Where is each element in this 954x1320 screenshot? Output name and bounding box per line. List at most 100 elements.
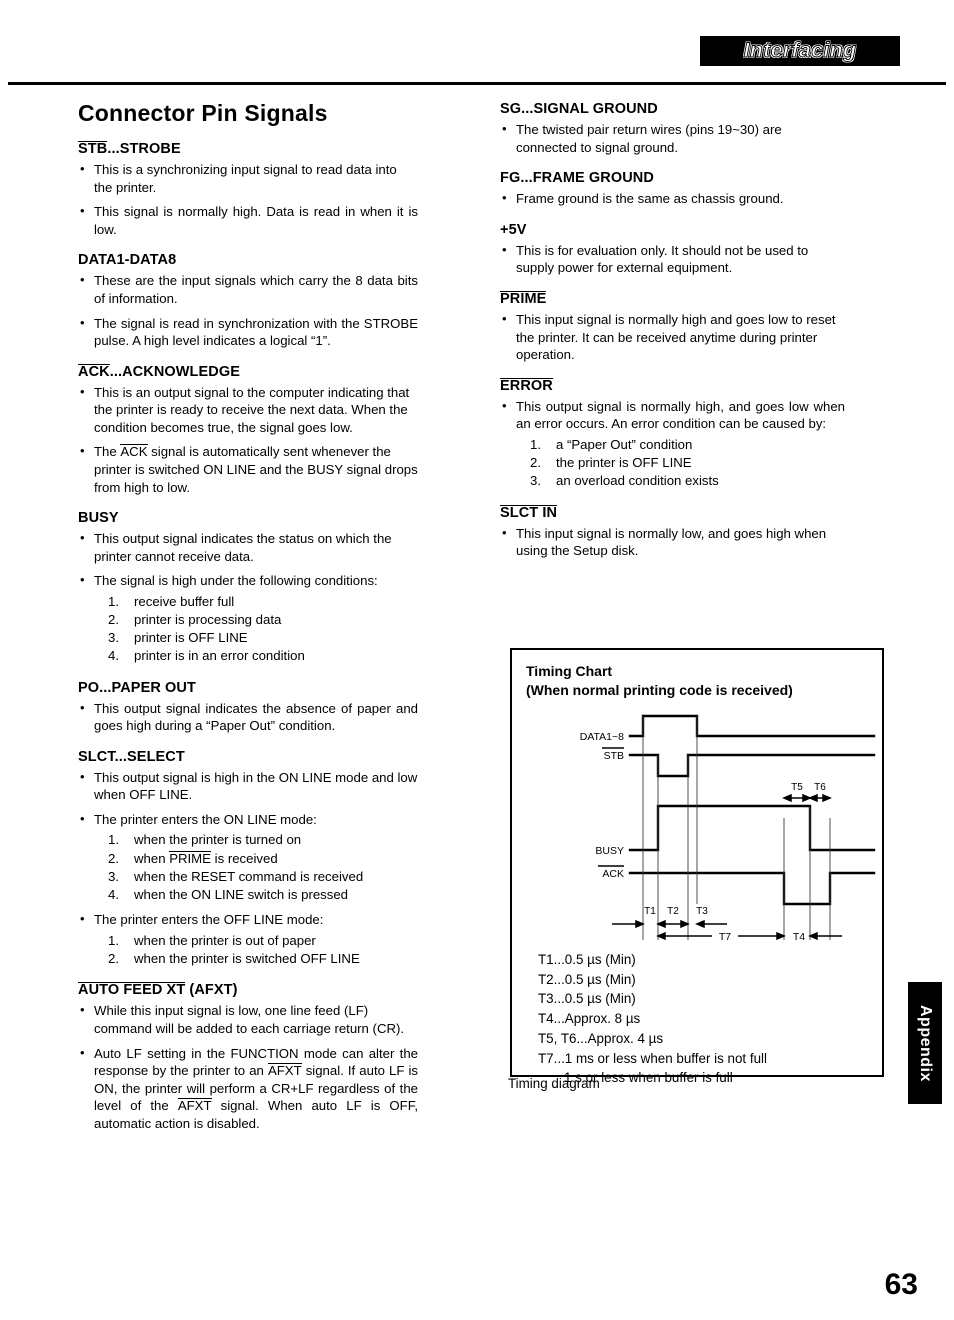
item-text: printer is in an error condition: [134, 648, 305, 664]
list-item: The printer enters the ON LINE mode: 1. w…: [78, 810, 418, 904]
list-item: This output signal is high in the ON LIN…: [78, 768, 418, 804]
waveform-label-data: DATA1~8: [580, 731, 624, 743]
list-item: 1. when the printer is turned on: [94, 831, 418, 849]
overlined-text: AFXT: [267, 1063, 302, 1079]
timing-chart-box: Timing Chart (When normal printing code …: [510, 648, 884, 1085]
bullet-list: This input signal is normally high and g…: [500, 310, 845, 364]
list-item: 3. when the RESET command is received: [94, 868, 418, 886]
list-item: 3. an overload condition exists: [516, 472, 845, 490]
right-column: SG...SIGNAL GROUND The twisted pair retu…: [500, 100, 845, 567]
signal-section-fg: FG...FRAME GROUND Frame ground is the sa…: [500, 169, 845, 208]
list-item: These are the input signals which carry …: [78, 271, 418, 307]
list-item: This is for evaluation only. It should n…: [500, 241, 845, 277]
list-item: The signal is high under the following c…: [78, 571, 418, 665]
interval-label-t4: T4: [793, 931, 805, 943]
item-number: 3.: [530, 473, 541, 489]
overlined-text: AFXT: [177, 1098, 212, 1114]
list-item: This is a synchronizing input signal to …: [78, 160, 418, 196]
item-number: 2.: [108, 850, 119, 866]
timing-waveform-area: DATA1~8 STB BUSY ACK T1 T2 T3 T5 T6 T7 T…: [512, 708, 882, 948]
signal-section-5v: +5V This is for evaluation only. It shou…: [500, 221, 845, 277]
item-number: 4.: [108, 648, 119, 664]
signal-section-error: ERROR This output signal is normally hig…: [500, 377, 845, 491]
list-item: This output signal indicates the absence…: [78, 699, 418, 735]
list-item: Auto LF setting in the FUNCTION mode can…: [78, 1044, 418, 1133]
list-item: 2. the printer is OFF LINE: [516, 454, 845, 472]
bullet-list: This is a synchronizing input signal to …: [78, 160, 418, 238]
page-title: Connector Pin Signals: [78, 100, 328, 126]
list-item: 4. when the ON LINE switch is pressed: [94, 886, 418, 904]
item-text: printer is processing data: [134, 611, 282, 627]
list-item: The twisted pair return wires (pins 19~3…: [500, 120, 845, 156]
waveform-label-busy: BUSY: [595, 845, 624, 857]
list-item-text: This output signal is normally high, and…: [516, 398, 845, 432]
list-item: Frame ground is the same as chassis grou…: [500, 189, 845, 208]
signal-section-prime: PRIME This input signal is normally high…: [500, 290, 845, 364]
signal-heading: BUSY: [78, 510, 119, 527]
bullet-list: These are the input signals which carry …: [78, 271, 418, 350]
overlined-text: STB: [78, 141, 108, 157]
list-item: The signal is read in synchronization wi…: [78, 313, 418, 350]
list-item: 3. printer is OFF LINE: [94, 629, 418, 647]
list-item: This output signal is normally high, and…: [500, 397, 845, 491]
item-text: the printer is OFF LINE: [556, 455, 692, 471]
figure-caption: Timing diagram: [508, 1076, 600, 1091]
overlined-text: PRIME: [169, 850, 211, 866]
signal-heading: +5V: [500, 221, 527, 238]
signal-section-po: PO...PAPER OUT This output signal indica…: [78, 679, 418, 735]
timing-value: T7...1 ms or less when buffer is not ful…: [538, 1050, 767, 1066]
item-text: an overload condition exists: [556, 473, 719, 489]
list-item: This input signal is normally low, and g…: [500, 524, 845, 560]
item-number: 3.: [108, 868, 119, 884]
bullet-list: This output signal is high in the ON LIN…: [78, 768, 418, 969]
list-item: This is an output signal to the computer…: [78, 383, 418, 437]
signal-section-ack: ACK...ACKNOWLEDGE This is an output sign…: [78, 363, 418, 497]
signal-heading: STB...STROBE: [78, 141, 181, 157]
signal-heading: ACK...ACKNOWLEDGE: [78, 363, 240, 380]
heading-rest: ...STROBE: [107, 141, 181, 157]
chapter-banner: Interfacing: [700, 36, 900, 66]
overlined-text: ACK: [120, 444, 148, 460]
numbered-list: 1. when the printer is out of paper 2. whe…: [94, 932, 418, 968]
item-text: when the printer is switched OFF LINE: [134, 950, 360, 966]
text-pre: The: [94, 444, 121, 460]
timing-value: T2...0.5 µs (Min): [538, 971, 636, 987]
appendix-tab: Appendix: [908, 982, 942, 1104]
chart-title-line1: Timing Chart: [526, 663, 613, 679]
signal-section-data: DATA1-DATA8 These are the input signals …: [78, 251, 418, 349]
list-item: 1. a “Paper Out” condition: [516, 436, 845, 454]
signal-heading: ERROR: [500, 377, 553, 394]
signal-section-sg: SG...SIGNAL GROUND The twisted pair retu…: [500, 100, 845, 156]
item-text: a “Paper Out” condition: [556, 436, 693, 452]
timing-value: T3...0.5 µs (Min): [538, 991, 636, 1007]
timing-value: T4...Approx. 8 µs: [538, 1011, 641, 1027]
signal-heading: SLCT IN: [500, 504, 558, 521]
bullet-list: This output signal indicates the status …: [78, 529, 418, 666]
signal-heading: PO...PAPER OUT: [78, 679, 196, 696]
list-item: This output signal indicates the status …: [78, 529, 418, 565]
interval-label-t3: T3: [696, 906, 708, 917]
item-number: 3.: [108, 630, 119, 646]
list-item-text: The printer enters the OFF LINE mode:: [94, 912, 324, 928]
timing-value: T1...0.5 µs (Min): [538, 952, 636, 967]
item-number: 2.: [108, 950, 119, 966]
heading-rest: (AFXT): [185, 982, 238, 999]
signal-section-busy: BUSY This output signal indicates the st…: [78, 509, 418, 666]
list-item-text: The signal is high under the following c…: [94, 573, 378, 589]
list-item: While this input signal is low, one line…: [78, 1001, 418, 1037]
list-item: 2. when PRIME is received: [94, 850, 418, 868]
item-number: 2.: [530, 455, 541, 471]
waveform-data: [628, 714, 876, 738]
item-text: when the ON LINE switch is pressed: [134, 887, 349, 902]
overlined-text: ERROR: [500, 377, 553, 394]
bullet-list: The twisted pair return wires (pins 19~3…: [500, 120, 845, 156]
overlined-text: AUTO FEED XT: [78, 982, 186, 999]
signal-heading: SG...SIGNAL GROUND: [500, 101, 658, 117]
item-text: receive buffer full: [134, 593, 235, 609]
signal-section-slct-in: SLCT IN This input signal is normally lo…: [500, 504, 845, 560]
timing-waveform-svg: DATA1~8 STB BUSY ACK T1 T2 T3 T5 T6 T7 T…: [580, 714, 876, 943]
interval-label-t6: T6: [814, 782, 826, 793]
item-number: 1.: [108, 832, 119, 848]
signal-section-stb: STB...STROBE This is a synchronizing inp…: [78, 140, 418, 238]
bullet-list: While this input signal is low, one line…: [78, 1001, 418, 1133]
